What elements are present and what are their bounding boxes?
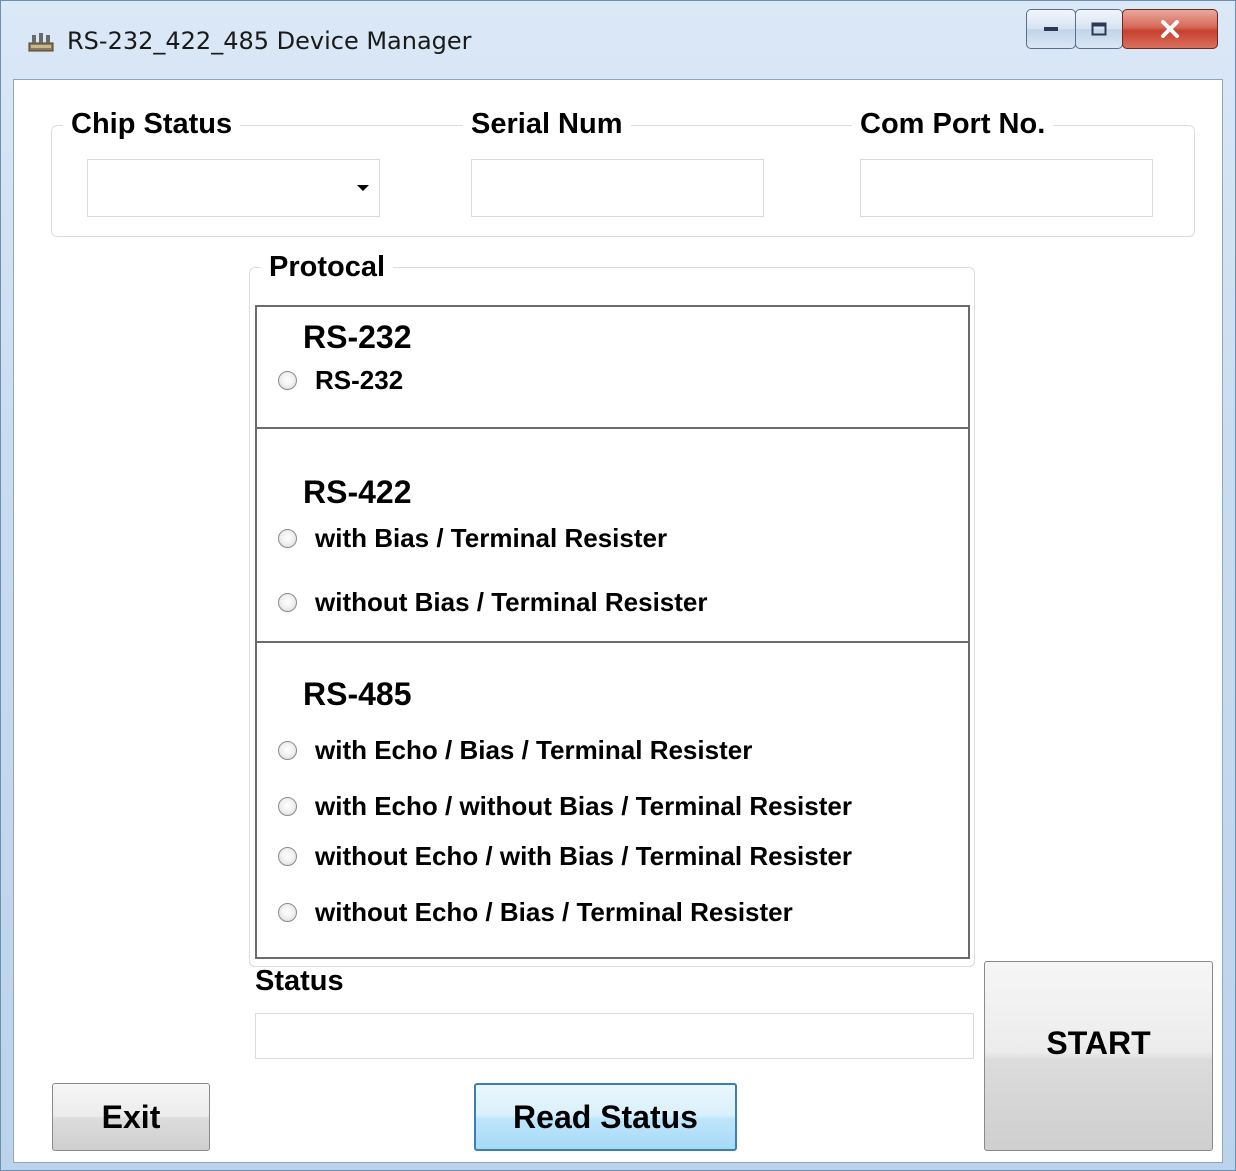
radio-label: without Bias / Terminal Resister xyxy=(315,587,708,617)
radio-rs485-echo-no-bias[interactable]: with Echo / without Bias / Terminal Resi… xyxy=(278,791,852,822)
rs232-title: RS-232 xyxy=(303,319,412,355)
chevron-down-icon[interactable] xyxy=(357,185,369,191)
radio-label: with Echo / without Bias / Terminal Resi… xyxy=(315,791,852,821)
radio-rs485-no-echo-no-bias[interactable]: without Echo / Bias / Terminal Resister xyxy=(278,897,793,928)
maximize-button[interactable] xyxy=(1075,9,1123,49)
minimize-icon xyxy=(1044,27,1058,31)
minimize-button[interactable] xyxy=(1026,9,1076,49)
radio-rs422-with-bias[interactable]: with Bias / Terminal Resister xyxy=(278,523,667,554)
radio-label: with Bias / Terminal Resister xyxy=(315,523,668,553)
app-window: RS-232_422_485 Device Manager Chip Statu… xyxy=(0,0,1236,1171)
radio-label: RS-232 xyxy=(315,365,404,395)
radio-label: with Echo / Bias / Terminal Resister xyxy=(315,735,753,765)
device-manager-icon xyxy=(28,33,54,52)
radio-button[interactable] xyxy=(278,797,297,816)
chip-status-label: Chip Status xyxy=(63,107,241,141)
maximize-icon xyxy=(1091,22,1107,36)
com-port-label: Com Port No. xyxy=(852,107,1054,141)
radio-button[interactable] xyxy=(278,529,297,548)
radio-button[interactable] xyxy=(278,847,297,866)
close-icon xyxy=(1161,20,1179,38)
title-bar[interactable]: RS-232_422_485 Device Manager xyxy=(1,1,1235,79)
radio-rs422-without-bias[interactable]: without Bias / Terminal Resister xyxy=(278,587,708,618)
window-title: RS-232_422_485 Device Manager xyxy=(67,27,472,55)
radio-rs485-echo-bias[interactable]: with Echo / Bias / Terminal Resister xyxy=(278,735,752,766)
chip-status-dropdown[interactable] xyxy=(87,159,380,217)
read-status-button[interactable]: Read Status xyxy=(474,1083,737,1151)
radio-button[interactable] xyxy=(278,903,297,922)
radio-button[interactable] xyxy=(278,593,297,612)
radio-button[interactable] xyxy=(278,371,297,390)
radio-rs232[interactable]: RS-232 xyxy=(278,365,403,396)
radio-rs485-no-echo-bias[interactable]: without Echo / with Bias / Terminal Resi… xyxy=(278,841,852,872)
rs422-title: RS-422 xyxy=(303,474,412,510)
close-button[interactable] xyxy=(1122,9,1218,49)
status-label: Status xyxy=(255,965,344,997)
rs485-title: RS-485 xyxy=(303,676,412,712)
status-field[interactable] xyxy=(255,1013,974,1059)
protocol-label: Protocal xyxy=(261,250,394,284)
radio-label: without Echo / Bias / Terminal Resister xyxy=(315,897,793,927)
start-button[interactable]: START xyxy=(984,961,1213,1151)
exit-button[interactable]: Exit xyxy=(52,1083,210,1151)
com-port-field[interactable] xyxy=(860,159,1153,217)
serial-num-label: Serial Num xyxy=(463,107,631,141)
radio-button[interactable] xyxy=(278,741,297,760)
radio-label: without Echo / with Bias / Terminal Resi… xyxy=(315,841,852,871)
serial-num-field[interactable] xyxy=(471,159,764,217)
